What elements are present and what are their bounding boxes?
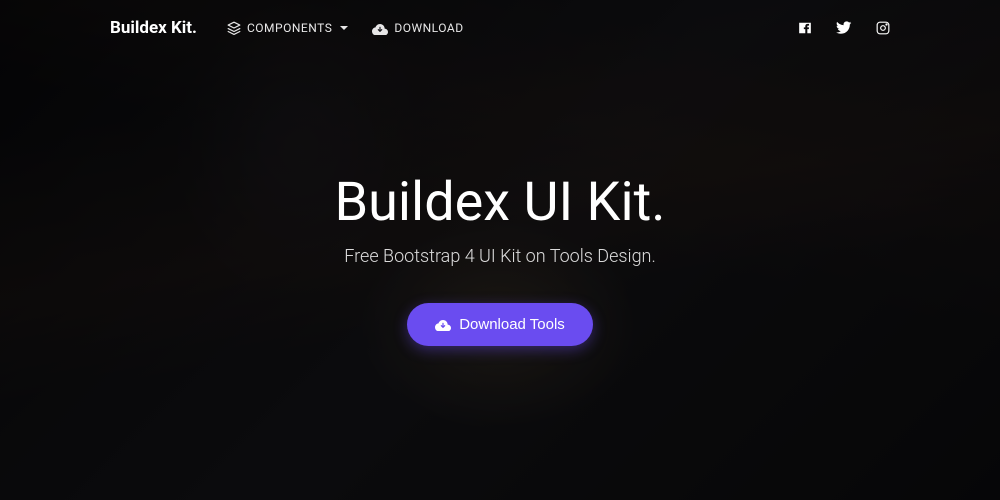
- hero-content: Buildex UI Kit. Free Bootstrap 4 UI Kit …: [0, 56, 1000, 500]
- nav-download-label: DOWNLOAD: [394, 21, 463, 35]
- cloud-download-icon: [435, 317, 451, 331]
- hero-title: Buildex UI Kit.: [335, 171, 666, 234]
- cloud-download-icon: [372, 21, 388, 35]
- cta-label: Download Tools: [459, 316, 565, 333]
- social-links: [798, 21, 890, 35]
- nav-components[interactable]: COMPONENTS: [227, 21, 348, 35]
- chevron-down-icon: [340, 26, 348, 30]
- hero-subtitle: Free Bootstrap 4 UI Kit on Tools Design.: [344, 246, 656, 267]
- brand-logo[interactable]: Buildex Kit.: [110, 18, 197, 38]
- instagram-icon[interactable]: [876, 21, 890, 35]
- facebook-icon[interactable]: [798, 21, 812, 35]
- download-tools-button[interactable]: Download Tools: [407, 303, 593, 346]
- navbar: Buildex Kit. COMPONENTS DOWNLOAD: [0, 0, 1000, 56]
- twitter-icon[interactable]: [836, 21, 852, 35]
- layers-icon: [227, 21, 241, 35]
- nav-download[interactable]: DOWNLOAD: [372, 21, 463, 35]
- nav-components-label: COMPONENTS: [247, 21, 332, 35]
